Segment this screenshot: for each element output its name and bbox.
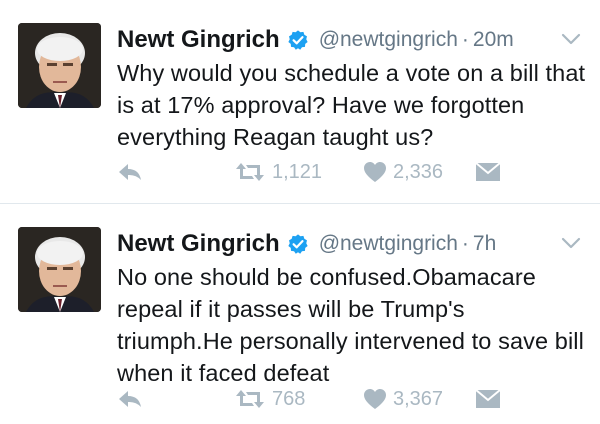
avatar[interactable]: [18, 23, 101, 108]
reply-icon: [119, 164, 141, 180]
verified-badge-icon: [288, 30, 308, 50]
chevron-down-icon[interactable]: [560, 32, 582, 46]
tweet[interactable]: Newt Gingrich @newtgingrich · 7h No one …: [0, 204, 600, 424]
like-count: 2,336: [393, 160, 444, 183]
tweet-header: Newt Gingrich @newtgingrich · 20m: [117, 22, 514, 58]
retweet-count: 768: [272, 387, 306, 410]
username[interactable]: @newtgingrich: [319, 232, 458, 256]
like-count: 3,367: [393, 387, 444, 410]
display-name[interactable]: Newt Gingrich: [117, 230, 280, 258]
retweet-count: 1,121: [272, 160, 323, 183]
reply-button[interactable]: [117, 157, 143, 187]
retweet-icon: [236, 390, 264, 408]
envelope-icon: [475, 389, 501, 408]
username[interactable]: @newtgingrich: [319, 28, 458, 52]
direct-message-button[interactable]: [475, 157, 501, 187]
like-button[interactable]: 3,367: [363, 384, 443, 414]
reply-icon: [119, 391, 141, 407]
tweet-actions: 1,121 2,336: [117, 157, 587, 187]
reply-button[interactable]: [117, 384, 143, 414]
direct-message-button[interactable]: [475, 384, 501, 414]
envelope-icon: [475, 162, 501, 181]
avatar[interactable]: [18, 227, 101, 312]
separator-dot: ·: [461, 28, 469, 51]
retweet-button[interactable]: 1,121: [234, 157, 322, 187]
timestamp[interactable]: 7h: [473, 232, 496, 256]
heart-icon: [364, 162, 386, 182]
like-button[interactable]: 2,336: [363, 157, 443, 187]
heart-icon: [364, 389, 386, 409]
verified-badge-icon: [288, 234, 308, 254]
timeline: Newt Gingrich @newtgingrich · 20m Why wo…: [0, 0, 600, 424]
tweet-text: No one should be confused.Obamacare repe…: [117, 264, 584, 386]
chevron-down-icon[interactable]: [560, 236, 582, 250]
retweet-button[interactable]: 768: [234, 384, 305, 414]
tweet-header: Newt Gingrich @newtgingrich · 7h: [117, 226, 496, 262]
tweet[interactable]: Newt Gingrich @newtgingrich · 20m Why wo…: [0, 0, 600, 204]
timestamp[interactable]: 20m: [473, 28, 514, 52]
tweet-actions: 768 3,367: [117, 384, 587, 414]
display-name[interactable]: Newt Gingrich: [117, 26, 280, 54]
tweet-text: Why would you schedule a vote on a bill …: [117, 60, 586, 150]
separator-dot: ·: [461, 232, 469, 255]
retweet-icon: [236, 163, 264, 181]
